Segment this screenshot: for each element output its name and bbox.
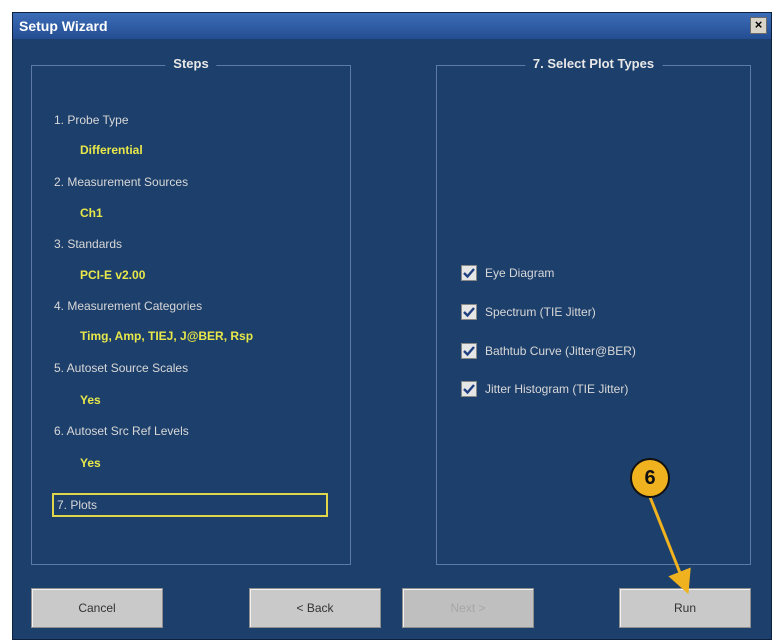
callout-arrow-icon	[648, 496, 691, 595]
callout-badge: 6	[630, 458, 670, 498]
